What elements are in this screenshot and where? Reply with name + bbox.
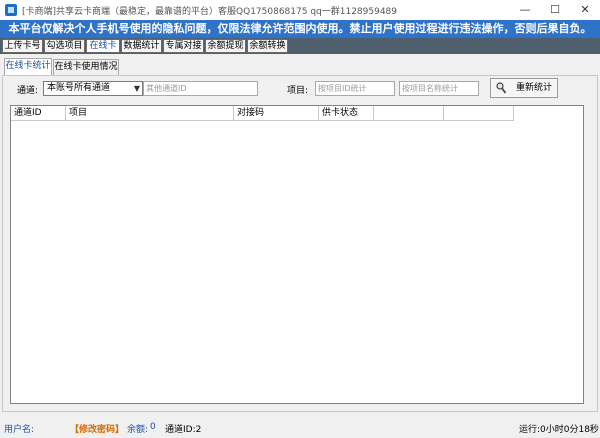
channel-id-text: 通道ID:2: [165, 425, 202, 435]
app-icon: [5, 4, 17, 16]
username-label: 用户名:: [4, 425, 35, 435]
refresh-stats-button[interactable]: 重新统计: [490, 78, 558, 98]
balance-label: 余额:: [127, 425, 149, 435]
channel-label: 通道:: [17, 86, 39, 96]
tab-balance-withdraw[interactable]: 余额提现: [205, 39, 246, 53]
channel-select-value: 本账号所有通道: [47, 83, 111, 93]
minimize-button[interactable]: —: [510, 0, 540, 20]
subtab-online-card-usage[interactable]: 在线卡使用情况: [53, 59, 119, 75]
stats-panel: 通道: 本账号所有通道 ▼ 其他通道ID 项目: 按项目ID统计 按项目名称统计…: [2, 75, 598, 412]
column-header-channel-id[interactable]: 通道ID: [11, 106, 66, 121]
tab-balance-convert[interactable]: 余额转换: [247, 39, 288, 53]
title-bar: [卡商端]共享云卡商端（最稳定，最靠谱的平台）客服QQ1750868175 qq…: [0, 0, 600, 20]
maximize-button[interactable]: ☐: [540, 0, 570, 20]
tab-online-card[interactable]: 在线卡: [86, 39, 120, 53]
other-channel-input[interactable]: 其他通道ID: [143, 81, 258, 96]
tab-select-project[interactable]: 勾选项目: [44, 39, 85, 53]
notice-banner: 本平台仅解决个人手机号使用的隐私问题，仅限法律允许范围内使用。禁止用户使用过程进…: [0, 20, 600, 38]
change-password-link[interactable]: 【修改密码】: [70, 422, 124, 435]
refresh-stats-label: 重新统计: [516, 83, 553, 93]
subtab-online-card-stats[interactable]: 在线卡统计: [4, 58, 52, 75]
tab-upload-card[interactable]: 上传卡号: [2, 39, 43, 53]
table-header: 通道ID 项目 对接码 供卡状态: [11, 106, 583, 121]
search-icon: [496, 82, 506, 94]
window-title: [卡商端]共享云卡商端（最稳定，最靠谱的平台）客服QQ1750868175 qq…: [22, 7, 398, 17]
project-label: 项目:: [287, 86, 309, 96]
chevron-down-icon: ▼: [133, 84, 140, 93]
column-header-project[interactable]: 项目: [66, 106, 234, 121]
project-id-input[interactable]: 按项目ID统计: [315, 81, 395, 96]
column-header-supply-status[interactable]: 供卡状态: [319, 106, 374, 121]
balance-value: 0: [150, 422, 156, 432]
sub-tab-strip: 在线卡统计 在线卡使用情况: [0, 56, 600, 76]
channel-select[interactable]: 本账号所有通道 ▼: [43, 81, 143, 96]
tab-exclusive-docking[interactable]: 专属对接: [163, 39, 204, 53]
column-header-blank-2[interactable]: [444, 106, 514, 121]
close-button[interactable]: ✕: [570, 0, 600, 20]
stats-table[interactable]: 通道ID 项目 对接码 供卡状态: [10, 105, 584, 404]
column-header-blank-1[interactable]: [374, 106, 444, 121]
status-bar: 用户名: 【修改密码】 余额: 0 通道ID:2 运行:0小时0分18秒: [0, 417, 600, 438]
column-header-docking-code[interactable]: 对接码: [234, 106, 319, 121]
main-tab-strip: 上传卡号 勾选项目 在线卡 数据统计 专属对接 余额提现 余额转换: [0, 38, 600, 54]
tab-data-stats[interactable]: 数据统计: [121, 39, 162, 53]
project-name-input[interactable]: 按项目名称统计: [399, 81, 479, 96]
runtime-text: 运行:0小时0分18秒: [519, 425, 599, 435]
